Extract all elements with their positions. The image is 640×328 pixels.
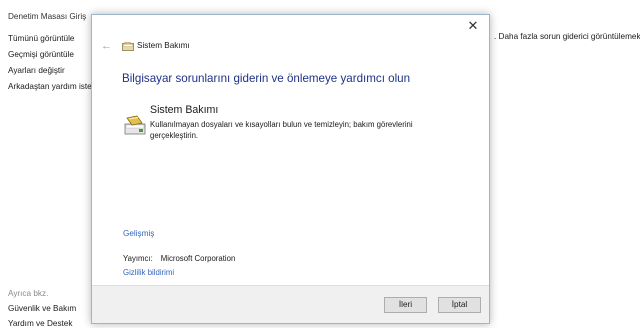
sidebar-item-view-all[interactable]: Tümünü görüntüle <box>8 34 74 43</box>
cancel-button[interactable]: İptal <box>438 297 481 313</box>
control-panel-home-link[interactable]: Denetim Masası Giriş <box>8 12 86 21</box>
close-button[interactable]: ✕ <box>466 19 480 33</box>
close-icon: ✕ <box>467 18 479 33</box>
dialog-title: Sistem Bakımı <box>137 41 190 50</box>
publisher-row: Yayımcı: Microsoft Corporation <box>123 254 235 263</box>
sidebar-item-change-settings[interactable]: Ayarları değiştir <box>8 66 65 75</box>
publisher-label: Yayımcı: <box>123 254 153 263</box>
maintenance-icon <box>122 42 134 51</box>
privacy-statement-link[interactable]: Gizlilik bildirimi <box>123 268 174 277</box>
see-also-help-support[interactable]: Yardım ve Destek <box>8 319 72 328</box>
page-heading: Bilgisayar sorunlarını giderin ve önleme… <box>122 72 411 85</box>
background-truncated-text: . Daha fazla sorun giderici görüntülemek… <box>494 32 640 41</box>
next-button[interactable]: İleri <box>384 297 427 313</box>
maintenance-tool-icon <box>124 115 146 135</box>
publisher-value: Microsoft Corporation <box>160 254 236 263</box>
tool-description: Kullanılmayan dosyaları ve kısayolları b… <box>150 120 413 140</box>
see-also-label: Ayrıca bkz. <box>8 289 49 298</box>
sidebar-item-ask-friend[interactable]: Arkadaştan yardım iste <box>8 82 92 91</box>
see-also-security-maintenance[interactable]: Güvenlik ve Bakım <box>8 304 76 313</box>
system-maintenance-dialog: ✕ ← Sistem Bakımı Bilgisayar sorunlarını… <box>91 14 490 324</box>
back-arrow-icon: ← <box>101 40 112 52</box>
tool-name[interactable]: Sistem Bakımı <box>150 104 218 116</box>
sidebar-item-view-history[interactable]: Geçmişi görüntüle <box>8 50 74 59</box>
dialog-footer: İleri İptal <box>92 285 489 323</box>
back-button[interactable]: ← <box>101 40 113 52</box>
advanced-link[interactable]: Gelişmiş <box>123 229 154 238</box>
